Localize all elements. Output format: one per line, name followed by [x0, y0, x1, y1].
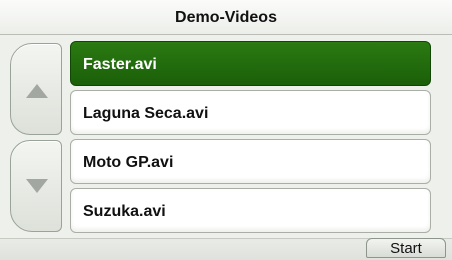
triangle-up-icon — [26, 84, 48, 98]
file-item-moto-gp[interactable]: Moto GP.avi — [70, 139, 431, 184]
demo-videos-screen: Demo-Videos Faster.avi Laguna Seca.avi M… — [0, 0, 452, 260]
triangle-down-icon — [26, 179, 48, 193]
file-item-laguna-seca[interactable]: Laguna Seca.avi — [70, 90, 431, 135]
file-item-suzuka[interactable]: Suzuka.avi — [70, 188, 431, 233]
file-item-label: Faster.avi — [83, 56, 157, 73]
scroll-up-button[interactable] — [10, 43, 62, 135]
start-button[interactable]: Start — [366, 238, 446, 258]
file-item-label: Suzuka.avi — [83, 203, 166, 220]
file-list: Faster.avi Laguna Seca.avi Moto GP.avi S… — [70, 41, 431, 233]
file-item-faster[interactable]: Faster.avi — [70, 41, 431, 86]
file-item-label: Moto GP.avi — [83, 154, 174, 171]
scroll-down-button[interactable] — [10, 140, 62, 232]
title-bar: Demo-Videos — [0, 0, 452, 35]
file-item-label: Laguna Seca.avi — [83, 105, 209, 122]
page-title: Demo-Videos — [175, 9, 277, 26]
